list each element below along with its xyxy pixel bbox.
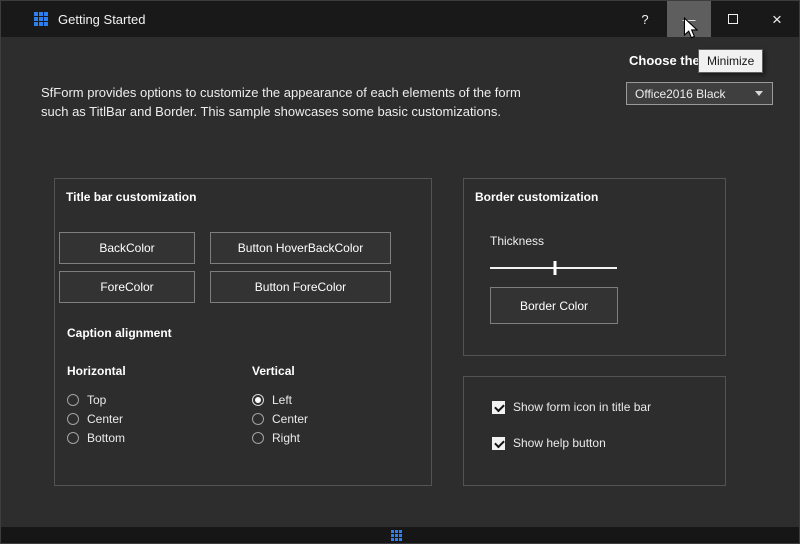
radio-icon (252, 394, 264, 406)
radio-top[interactable]: Top (67, 390, 217, 409)
radio-right-label: Right (272, 431, 300, 445)
checkbox-icon (492, 401, 505, 414)
button-hoverbackcolor-button[interactable]: Button HoverBackColor (210, 232, 391, 264)
window-title: Getting Started (58, 12, 145, 27)
title-bar: Getting Started ? — × (1, 1, 799, 37)
titlebar-group-title: Title bar customization (66, 190, 196, 204)
button-forecolor-button[interactable]: Button ForeColor (210, 271, 391, 303)
radio-right[interactable]: Right (252, 428, 402, 447)
app-window: Getting Started ? — × Choose theme Offic… (0, 0, 800, 544)
minimize-tooltip: Minimize (698, 49, 763, 73)
checkbox-show-help-button[interactable]: Show help button (492, 436, 606, 450)
intro-text: SfForm provides options to customize the… (41, 83, 546, 121)
vertical-radio-group: Left Center Right (252, 390, 402, 447)
checkbox-show-help-button-label: Show help button (513, 436, 606, 450)
maximize-icon (728, 14, 738, 24)
radio-center-vertical-label: Center (272, 412, 308, 426)
radio-bottom-label: Bottom (87, 431, 125, 445)
help-icon: ? (641, 12, 648, 27)
app-logo-icon (34, 12, 48, 26)
radio-icon (252, 432, 264, 444)
radio-center-horizontal-label: Center (87, 412, 123, 426)
checkbox-icon (492, 437, 505, 450)
checkbox-show-form-icon-label: Show form icon in title bar (513, 400, 651, 414)
radio-left[interactable]: Left (252, 390, 402, 409)
help-button[interactable]: ? (623, 1, 667, 37)
radio-center-vertical[interactable]: Center (252, 409, 402, 428)
horizontal-radio-group: Top Center Bottom (67, 390, 217, 447)
vertical-label: Vertical (252, 364, 295, 378)
close-button[interactable]: × (755, 1, 799, 37)
forecolor-button[interactable]: ForeColor (59, 271, 195, 303)
mouse-cursor-icon (683, 17, 699, 41)
caption-alignment-label: Caption alignment (67, 326, 172, 340)
thickness-slider-thumb[interactable] (553, 261, 556, 275)
theme-combobox-value: Office2016 Black (635, 87, 726, 101)
border-customization-group: Border customization Thickness Border Co… (463, 178, 726, 356)
maximize-button[interactable] (711, 1, 755, 37)
close-icon: × (772, 11, 782, 28)
radio-icon (67, 394, 79, 406)
border-group-title: Border customization (475, 190, 598, 204)
theme-combobox[interactable]: Office2016 Black (626, 82, 773, 105)
radio-icon (67, 432, 79, 444)
backcolor-button[interactable]: BackColor (59, 232, 195, 264)
radio-top-label: Top (87, 393, 106, 407)
titlebar-customization-group: Title bar customization BackColor Button… (54, 178, 432, 486)
radio-icon (67, 413, 79, 425)
chevron-down-icon (755, 91, 763, 96)
bottom-edge-strip (1, 527, 799, 543)
thickness-slider[interactable] (490, 261, 617, 275)
radio-left-label: Left (272, 393, 292, 407)
horizontal-label: Horizontal (67, 364, 126, 378)
radio-center-horizontal[interactable]: Center (67, 409, 217, 428)
options-group: Show form icon in title bar Show help bu… (463, 376, 726, 486)
checkbox-show-form-icon[interactable]: Show form icon in title bar (492, 400, 651, 414)
radio-bottom[interactable]: Bottom (67, 428, 217, 447)
taskbar-app-icon[interactable] (391, 530, 402, 541)
border-color-button[interactable]: Border Color (490, 287, 618, 324)
thickness-label: Thickness (490, 234, 544, 248)
radio-icon (252, 413, 264, 425)
